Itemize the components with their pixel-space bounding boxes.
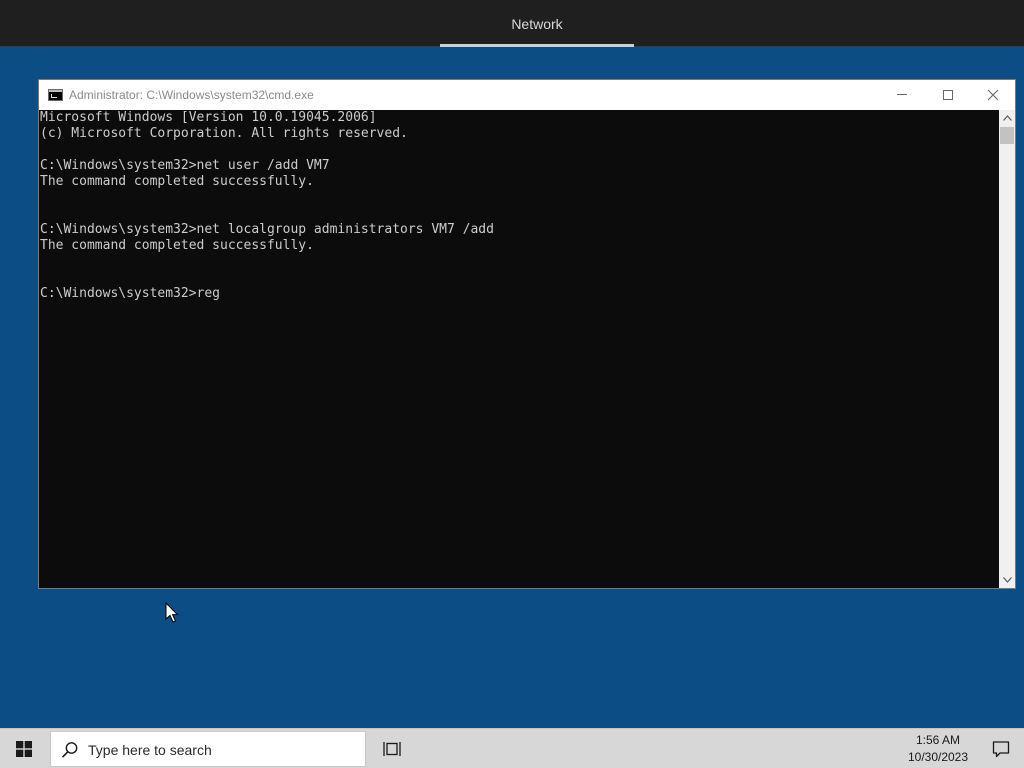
console-line: The command completed successfully. — [40, 238, 314, 253]
console-line: C:\Windows\system32>net user /add VM7 — [40, 158, 330, 173]
clock-date: 10/30/2023 — [907, 750, 969, 764]
task-view-button[interactable] — [372, 729, 412, 768]
minimize-button[interactable] — [879, 80, 925, 110]
close-icon — [987, 89, 999, 100]
console-line: (c) Microsoft Corporation. All rights re… — [40, 126, 408, 141]
chevron-up-icon — [1002, 114, 1012, 121]
vertical-scrollbar[interactable] — [999, 110, 1015, 588]
scrollbar-thumb[interactable] — [1000, 127, 1014, 144]
scroll-down-button[interactable] — [999, 572, 1015, 588]
chevron-down-icon — [1002, 576, 1012, 583]
taskbar: Type here to search 1:56 AM 10/30/2023 — [0, 728, 1024, 768]
cmd-titlebar[interactable]: Administrator: C:\Windows\system32\cmd.e… — [39, 80, 1015, 110]
search-icon — [61, 742, 78, 758]
oobe-top-bar: Network — [0, 0, 1024, 47]
system-clock[interactable]: 1:56 AM 10/30/2023 — [896, 731, 980, 767]
start-button[interactable] — [0, 729, 48, 768]
console-line: The command completed successfully. — [40, 174, 314, 189]
mouse-pointer-icon — [165, 602, 179, 623]
search-placeholder: Type here to search — [88, 742, 212, 758]
maximize-icon — [943, 89, 953, 100]
console-line: C:\Windows\system32>net localgroup admin… — [40, 222, 494, 237]
maximize-button[interactable] — [925, 80, 971, 110]
close-button[interactable] — [970, 80, 1016, 110]
console-line: C:\Windows\system32>reg — [40, 286, 221, 301]
cmd-icon — [48, 89, 63, 101]
action-center-icon — [992, 741, 1010, 758]
network-tab[interactable]: Network — [440, 0, 634, 47]
clock-time: 1:56 AM — [915, 733, 961, 747]
task-view-icon — [383, 742, 401, 756]
console-line: Microsoft Windows [Version 10.0.19045.20… — [40, 110, 377, 125]
tab-active-indicator — [440, 44, 634, 47]
cmd-window[interactable]: Administrator: C:\Windows\system32\cmd.e… — [38, 79, 1016, 589]
minimize-icon — [897, 94, 907, 95]
scroll-up-button[interactable] — [999, 110, 1015, 126]
taskbar-search-box[interactable]: Type here to search — [50, 731, 366, 767]
cmd-window-title: Administrator: C:\Windows\system32\cmd.e… — [69, 88, 314, 102]
windows-logo-icon — [16, 741, 32, 757]
cmd-console-output[interactable]: Microsoft Windows [Version 10.0.19045.20… — [39, 110, 999, 588]
action-center-button[interactable] — [978, 729, 1024, 768]
